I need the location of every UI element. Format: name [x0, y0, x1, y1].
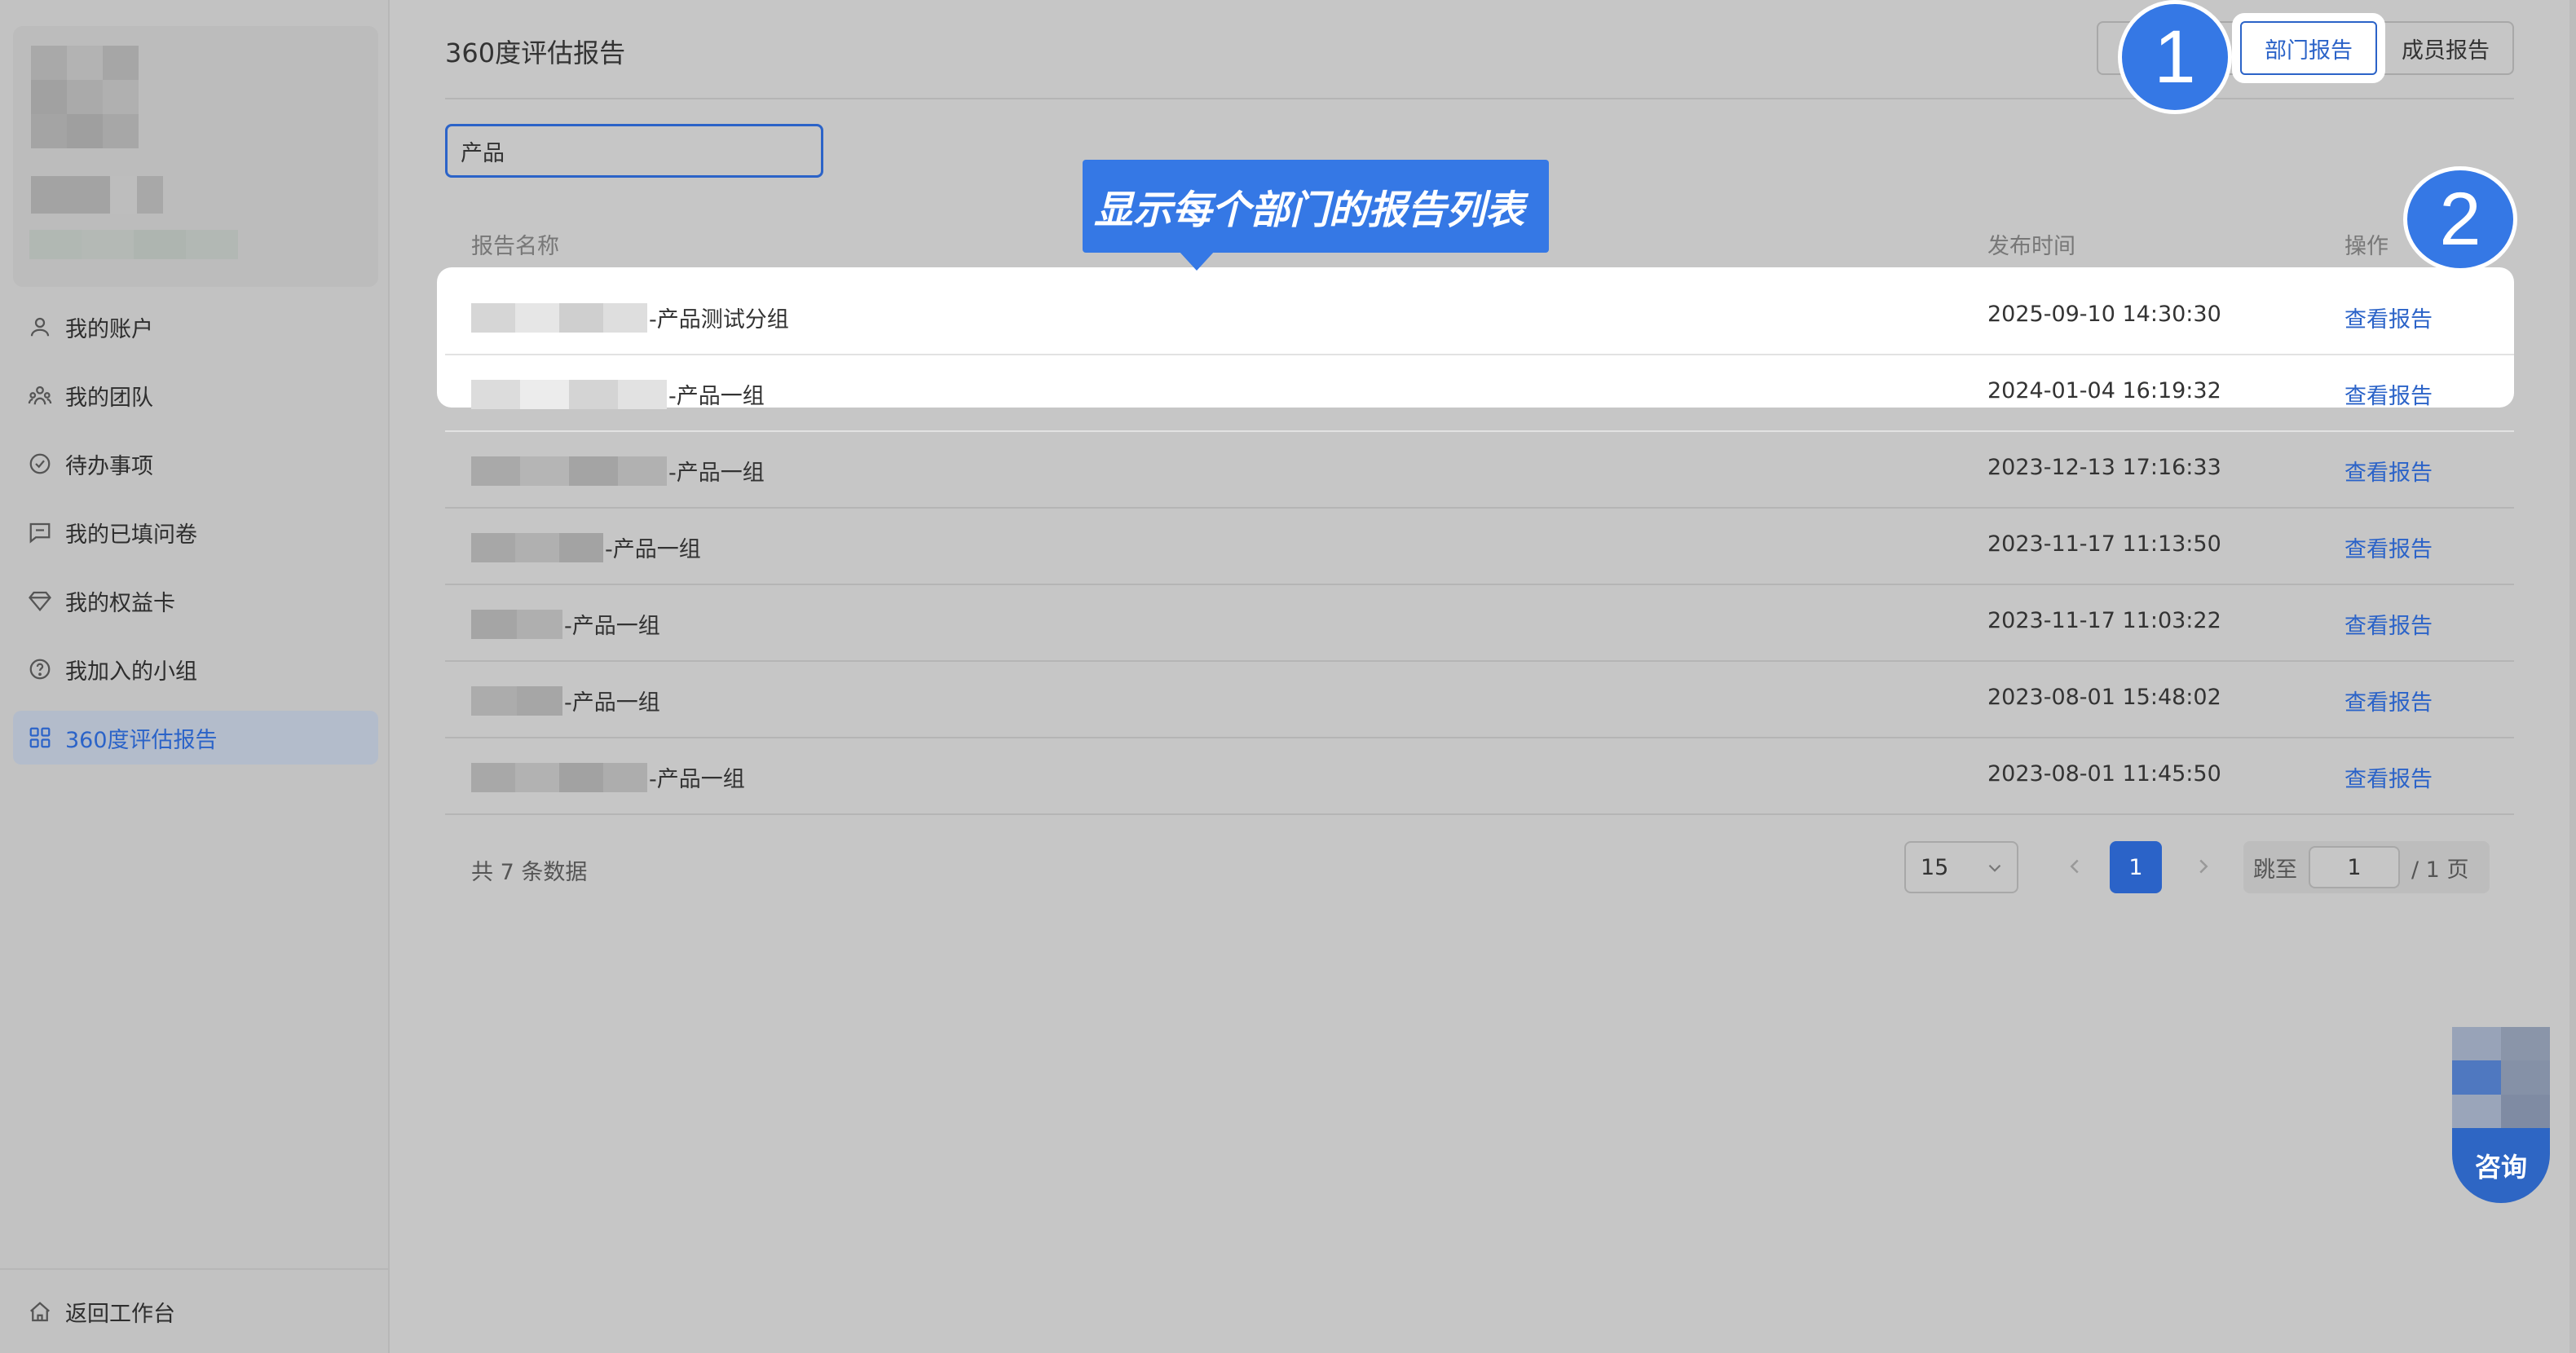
sidebar-item-todo[interactable]: 待办事项 — [13, 437, 378, 491]
chevron-down-icon — [1984, 857, 2005, 879]
table-row: -产品测试分组 2025-09-10 14:30:30 查看报告 — [445, 279, 2514, 355]
profile-info-redacted — [29, 230, 238, 259]
redacted-name — [471, 532, 603, 562]
page-total-label: / 1 页 — [2411, 857, 2469, 883]
jump-page-input[interactable]: 1 — [2309, 846, 2400, 888]
column-report-name: 报告名称 — [471, 234, 559, 259]
table-row: -产品一组 2024-01-04 16:19:32 查看报告 — [445, 355, 2514, 432]
chevron-right-icon — [2199, 859, 2208, 874]
consult-widget[interactable]: 咨询 — [2452, 1027, 2550, 1203]
sidebar-item-label: 我加入的小组 — [65, 659, 197, 685]
sidebar-nav: 我的账户 我的团队 待办事项 我的已填问卷 我的权益卡 我加入的小组 360度评… — [13, 300, 378, 779]
view-report-link[interactable]: 查看报告 — [2344, 455, 2433, 487]
view-report-link[interactable]: 查看报告 — [2344, 378, 2433, 410]
publish-time: 2023-11-17 11:13:50 — [1987, 531, 2221, 557]
team-icon — [28, 383, 52, 408]
sidebar-item-360-report[interactable]: 360度评估报告 — [13, 711, 378, 765]
page-size-select[interactable]: 15 — [1904, 841, 2018, 893]
report-name: -产品一组 — [605, 537, 701, 562]
sidebar-item-label: 待办事项 — [65, 453, 153, 479]
table-row: -产品一组 2023-11-17 11:13:50 查看报告 — [445, 509, 2514, 585]
page-title: 360度评估报告 — [445, 37, 626, 68]
avatar — [31, 46, 139, 148]
publish-time: 2023-08-01 15:48:02 — [1987, 685, 2221, 710]
redacted-name — [471, 456, 667, 486]
home-icon — [28, 1300, 52, 1324]
report-name: -产品一组 — [668, 384, 765, 409]
sidebar-item-label: 我的团队 — [65, 385, 153, 411]
publish-time: 2025-09-10 14:30:30 — [1987, 302, 2221, 327]
column-publish-time: 发布时间 — [1987, 234, 2075, 259]
back-to-workbench-link[interactable]: 返回工作台 — [28, 1296, 175, 1328]
message-square-icon — [28, 520, 52, 544]
table-row: -产品一组 2023-11-17 11:03:22 查看报告 — [445, 585, 2514, 662]
help-circle-icon — [28, 657, 52, 681]
check-circle-icon — [28, 452, 52, 476]
redacted-name — [471, 762, 647, 792]
sidebar-item-surveys[interactable]: 我的已填问卷 — [13, 505, 378, 559]
sidebar-item-account[interactable]: 我的账户 — [13, 300, 378, 354]
prev-page-button[interactable] — [2062, 854, 2087, 879]
consult-button[interactable]: 咨询 — [2452, 1128, 2550, 1203]
grid-icon — [28, 725, 52, 750]
publish-time: 2023-12-13 17:16:33 — [1987, 455, 2221, 480]
sidebar-item-label: 我的权益卡 — [65, 590, 175, 616]
sidebar-item-groups[interactable]: 我加入的小组 — [13, 642, 378, 696]
jump-label: 跳至 — [2253, 857, 2297, 883]
scrollbar-track[interactable] — [2569, 0, 2576, 1353]
report-name: -产品一组 — [649, 767, 745, 792]
chevron-left-icon — [2070, 859, 2079, 874]
total-count: 共 7 条数据 — [471, 860, 588, 885]
user-icon — [28, 315, 52, 339]
profile-name-redacted — [31, 176, 163, 214]
sidebar: 我的账户 我的团队 待办事项 我的已填问卷 我的权益卡 我加入的小组 360度评… — [0, 0, 390, 1353]
back-to-workbench-label: 返回工作台 — [65, 1302, 175, 1327]
view-report-link[interactable]: 查看报告 — [2344, 531, 2433, 563]
sidebar-item-label: 我的已填问卷 — [65, 522, 197, 548]
view-report-link[interactable]: 查看报告 — [2344, 608, 2433, 640]
qr-code — [2452, 1027, 2550, 1128]
report-name: -产品测试分组 — [649, 307, 789, 333]
sidebar-item-team[interactable]: 我的团队 — [13, 368, 378, 422]
table-row: -产品一组 2023-08-01 11:45:50 查看报告 — [445, 738, 2514, 815]
publish-time: 2023-08-01 11:45:50 — [1987, 761, 2221, 787]
redacted-name — [471, 379, 667, 409]
sidebar-footer: 返回工作台 — [0, 1268, 388, 1353]
annotation-badge-1: 1 — [2118, 0, 2232, 114]
publish-time: 2024-01-04 16:19:32 — [1987, 378, 2221, 403]
table-row: -产品一组 2023-12-13 17:16:33 查看报告 — [445, 432, 2514, 509]
column-actions: 操作 — [2344, 234, 2389, 259]
report-name: -产品一组 — [668, 461, 765, 486]
sidebar-item-label: 360度评估报告 — [65, 727, 218, 753]
diamond-icon — [28, 588, 52, 613]
table-row: -产品一组 2023-08-01 15:48:02 查看报告 — [445, 662, 2514, 738]
redacted-name — [471, 685, 562, 716]
sidebar-item-benefits[interactable]: 我的权益卡 — [13, 574, 378, 628]
view-report-link[interactable]: 查看报告 — [2344, 761, 2433, 793]
redacted-name — [471, 302, 647, 333]
report-name: -产品一组 — [564, 614, 660, 639]
view-report-link[interactable]: 查看报告 — [2344, 302, 2433, 333]
annotation-callout: 显示每个部门的报告列表 — [1083, 160, 1549, 271]
publish-time: 2023-11-17 11:03:22 — [1987, 608, 2221, 633]
page-jumper: 跳至 1 / 1 页 — [2243, 841, 2490, 893]
tab-department-report[interactable]: 部门报告 — [2240, 21, 2377, 75]
sidebar-item-label: 我的账户 — [65, 316, 153, 342]
pagination-bar: 共 7 条数据 15 1 跳至 1 / 1 页 — [445, 841, 2514, 897]
report-table: -产品测试分组 2025-09-10 14:30:30 查看报告 -产品一组 2… — [445, 279, 2514, 815]
annotation-badge-2: 2 — [2403, 166, 2517, 272]
next-page-button[interactable] — [2191, 854, 2216, 879]
page-size-value: 15 — [1921, 854, 1949, 880]
redacted-name — [471, 609, 562, 639]
search-input[interactable] — [445, 124, 823, 178]
tab-member-report[interactable]: 成员报告 — [2377, 21, 2514, 75]
profile-card — [13, 26, 378, 287]
page-button-current[interactable]: 1 — [2110, 841, 2162, 893]
report-name: -产品一组 — [564, 690, 660, 716]
view-report-link[interactable]: 查看报告 — [2344, 685, 2433, 716]
